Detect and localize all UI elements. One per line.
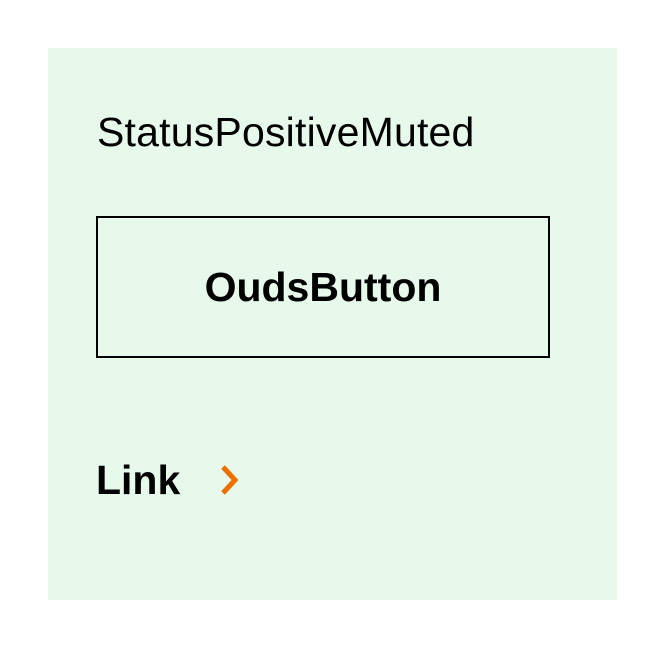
ouds-button-label: OudsButton — [204, 263, 442, 310]
ouds-button[interactable]: OudsButton — [96, 216, 550, 358]
link-label: Link — [96, 456, 181, 503]
status-positive-muted-panel: StatusPositiveMuted OudsButton Link — [48, 48, 617, 600]
panel-title: StatusPositiveMuted — [97, 109, 475, 155]
link[interactable]: Link — [96, 454, 242, 506]
chevron-right-icon — [218, 463, 242, 497]
